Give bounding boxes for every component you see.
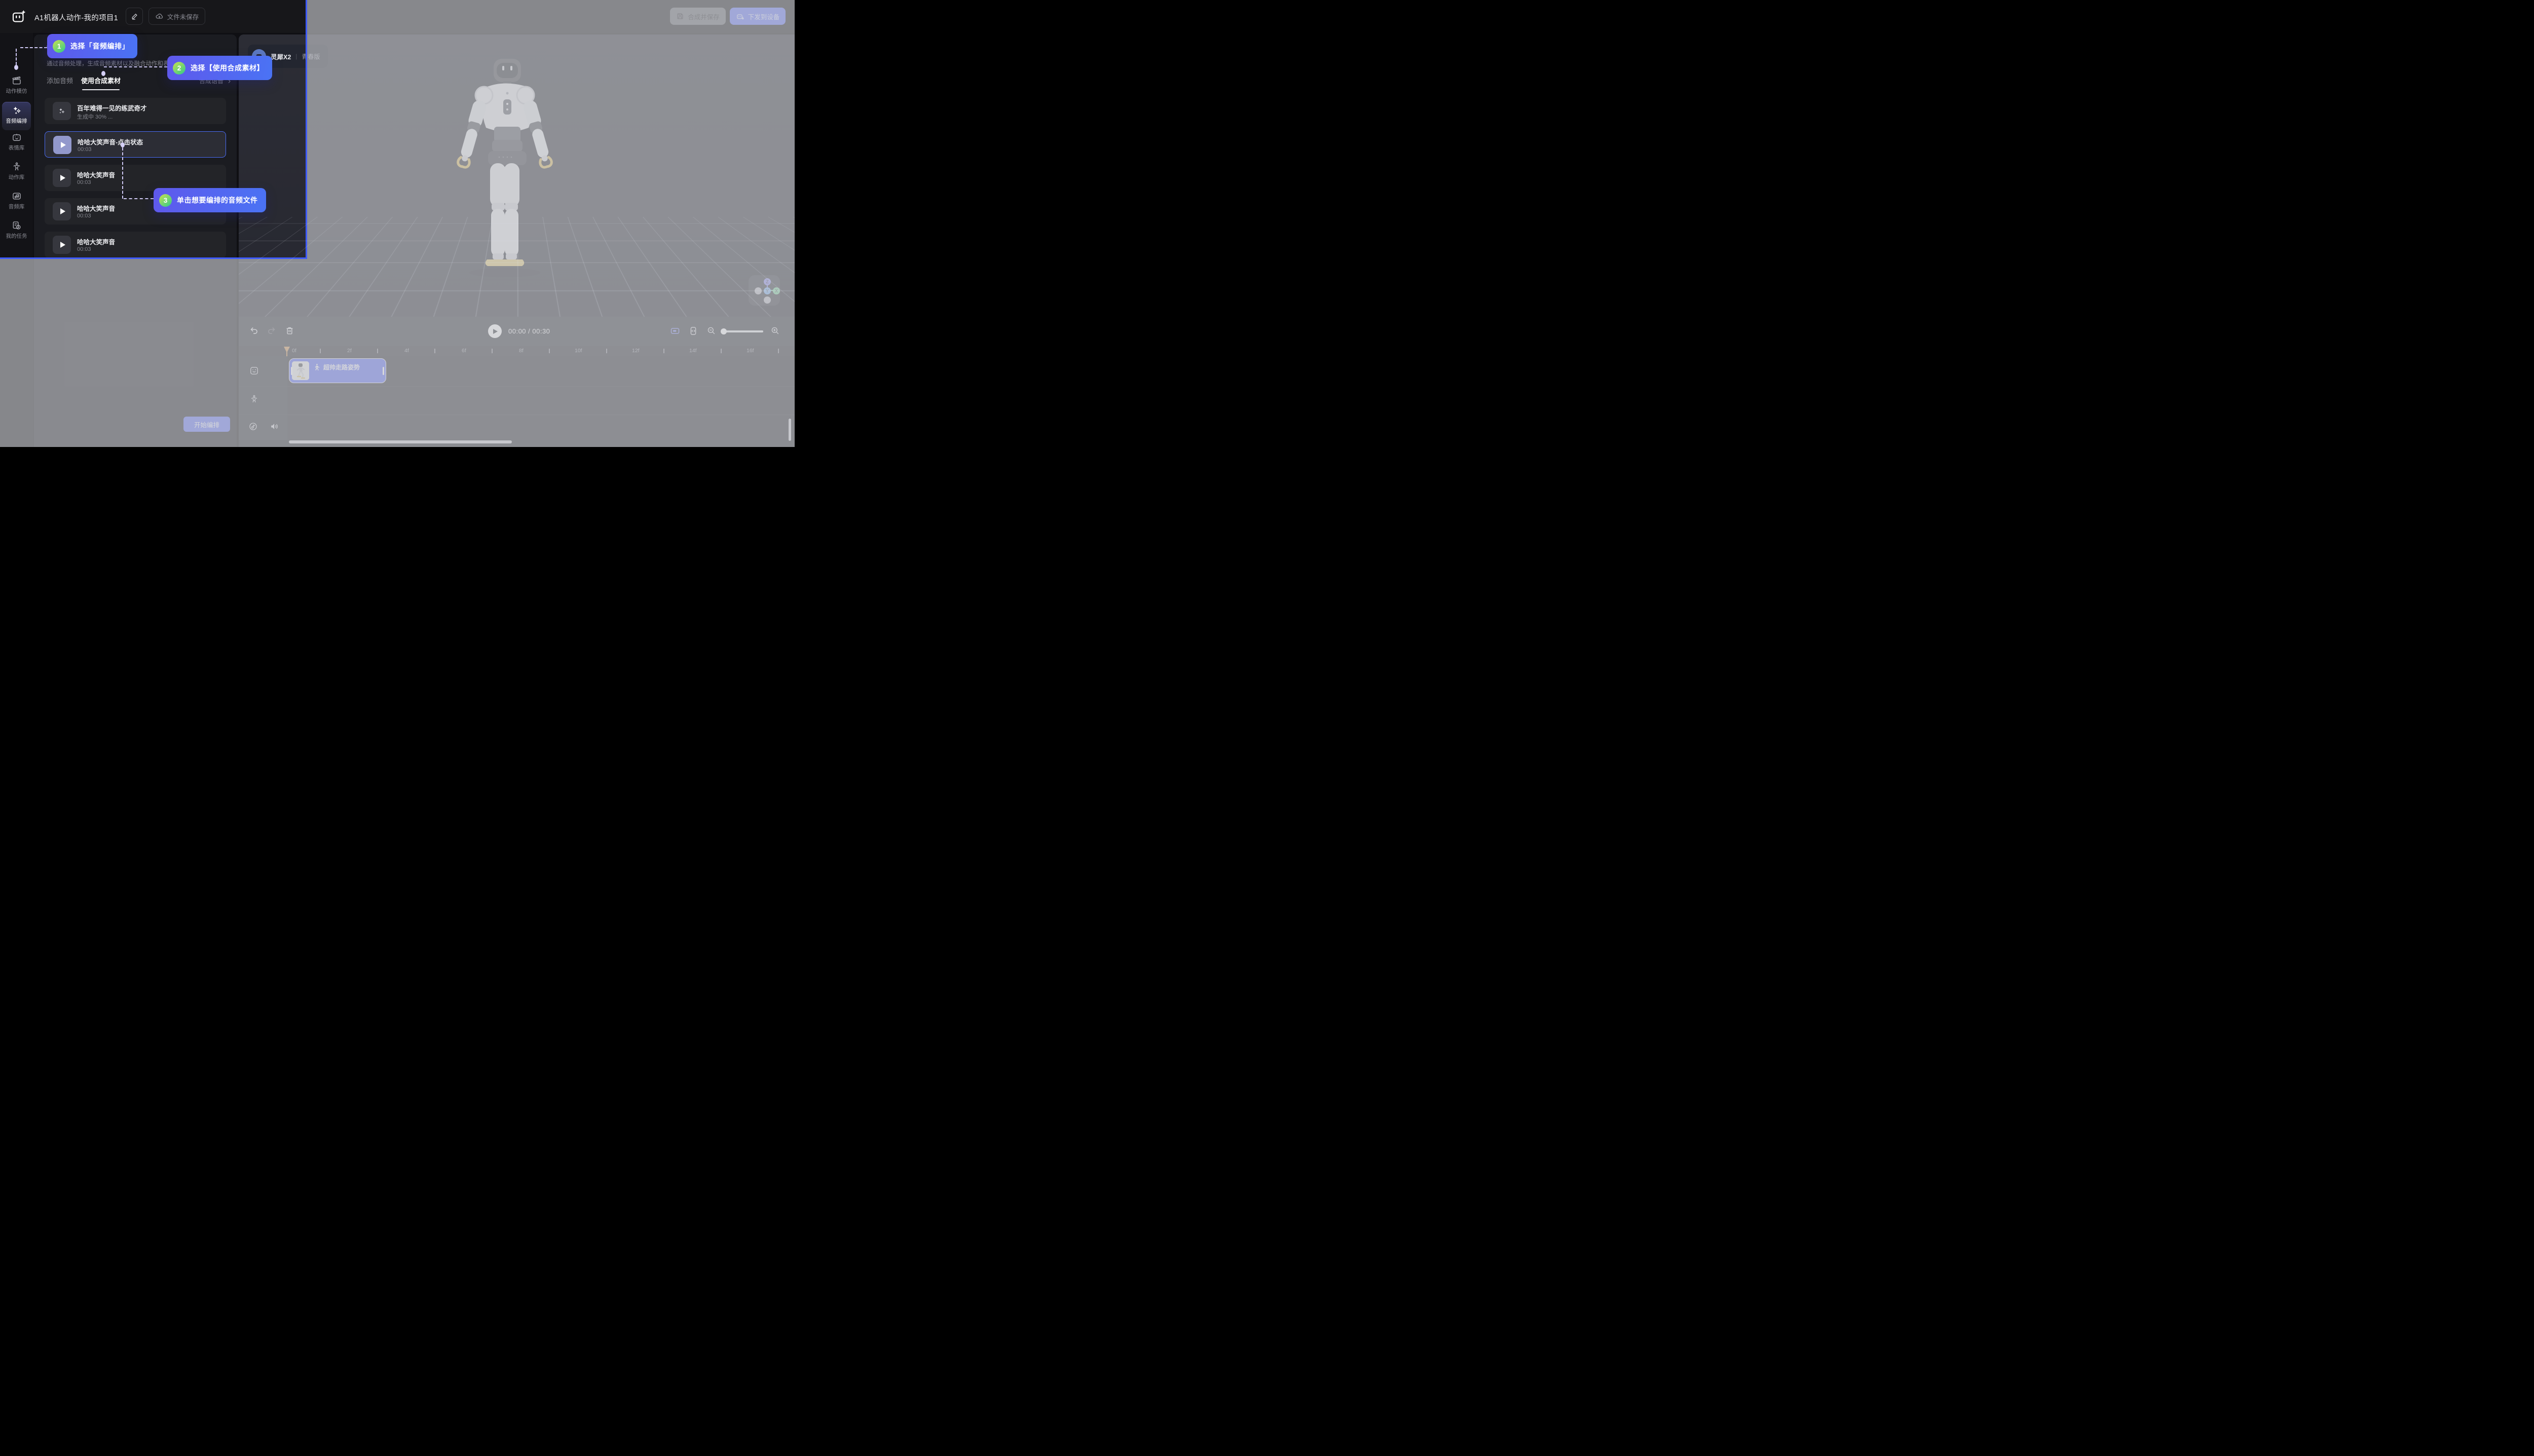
sidebar-item-motion-library[interactable]: 动作库: [0, 162, 33, 181]
app-root: A1机器人动作-我的项目1 文件未保存 合成并保存: [0, 0, 795, 447]
sidebar-label: 我的任务: [0, 232, 33, 240]
step-text: 选择「音频编排」: [70, 41, 129, 51]
audio-item-duration: 00:03: [77, 246, 91, 252]
step-number-badge: 2: [173, 62, 185, 74]
sidebar-item-motion-mimic[interactable]: 动作模仿: [0, 76, 33, 95]
play-icon[interactable]: [53, 236, 71, 254]
sidebar-item-audio-library[interactable]: 音频库: [0, 191, 33, 210]
edit-title-button[interactable]: [126, 8, 143, 25]
guide-connector-1: [20, 47, 47, 48]
sidebar-item-expression-library[interactable]: 表情库: [0, 132, 33, 152]
badge-divider: |: [295, 53, 297, 60]
tab-use-synth-material[interactable]: 使用合成素材: [81, 76, 121, 85]
robot-logo-icon: [11, 9, 26, 24]
tab-add-audio[interactable]: 添加音频: [47, 76, 73, 85]
audio-item-generating[interactable]: 百年难得一见的练武奇才 生成中 30% ...: [45, 98, 226, 124]
task-list-icon: [12, 220, 22, 231]
play-icon[interactable]: [53, 169, 71, 187]
sparkles-icon: [53, 102, 71, 120]
step-number-badge: 1: [53, 40, 65, 53]
audio-item-status: 生成中 30% ...: [77, 113, 113, 121]
robot-model-name: 灵犀X2: [271, 52, 291, 61]
step-number-badge: 3: [159, 194, 172, 207]
guide-dot-2: [101, 71, 105, 76]
spotlight-border-horizontal: [0, 257, 307, 259]
audio-item[interactable]: 哈哈大笑声音 00:03: [45, 232, 226, 258]
play-icon[interactable]: [53, 136, 71, 154]
save-status-label: 文件未保存: [167, 12, 199, 21]
audio-item-duration: 00:03: [77, 179, 91, 185]
dim-overlay-bottom-left: [0, 259, 307, 447]
dim-overlay-right: [307, 0, 795, 447]
pencil-icon: [131, 13, 138, 20]
sidebar-label: 动作库: [0, 173, 33, 181]
audio-item-selected[interactable]: 哈哈大笑声音-点击状态 00:03: [45, 131, 226, 158]
project-title: A1机器人动作-我的项目1: [34, 12, 118, 23]
music-box-icon: [12, 191, 22, 201]
audio-item-title: 哈哈大笑声音: [77, 203, 115, 213]
audio-item-title: 百年难得一见的练武奇才: [77, 103, 147, 113]
guide-connector-3: [122, 147, 123, 199]
audio-item-duration: 00:03: [77, 213, 91, 219]
sidebar-label: 音频编排: [2, 117, 31, 125]
play-icon[interactable]: [53, 202, 71, 220]
sidebar-item-audio-orchestration[interactable]: 音频编排: [2, 102, 31, 130]
guide-dot-1: [14, 65, 18, 70]
file-save-status[interactable]: 文件未保存: [148, 8, 205, 25]
guide-connector-2: [104, 66, 167, 67]
person-icon: [12, 162, 22, 172]
sidebar-item-my-tasks[interactable]: 我的任务: [0, 220, 33, 240]
audio-item-title: 哈哈大笑声音: [77, 237, 115, 246]
audio-item-duration: 00:03: [78, 146, 92, 153]
sidebar-label: 表情库: [0, 144, 33, 152]
step-text: 单击想要编排的音频文件: [177, 195, 258, 205]
cloud-sync-icon: [155, 12, 164, 21]
sidebar-label: 音频库: [0, 203, 33, 210]
tutorial-step-1: 1 选择「音频编排」: [47, 34, 137, 58]
sparkles-icon: [12, 105, 22, 116]
guide-dot-3: [121, 142, 125, 147]
guide-connector-1: [16, 49, 17, 65]
audio-item-title: 哈哈大笑声音-点击状态: [78, 137, 143, 146]
tutorial-step-2: 2 选择【使用合成素材】: [167, 56, 272, 80]
robot-face-icon: [12, 132, 22, 142]
step-text: 选择【使用合成素材】: [191, 63, 264, 73]
audio-item[interactable]: 哈哈大笑声音 00:03: [45, 165, 226, 191]
audio-item-title: 哈哈大笑声音: [77, 170, 115, 179]
spotlight-border-vertical: [306, 0, 307, 259]
guide-connector-3: [124, 198, 154, 199]
clapperboard-icon: [12, 76, 22, 86]
sidebar-label: 动作模仿: [0, 87, 33, 95]
tutorial-step-3: 3 单击想要编排的音频文件: [154, 188, 266, 212]
